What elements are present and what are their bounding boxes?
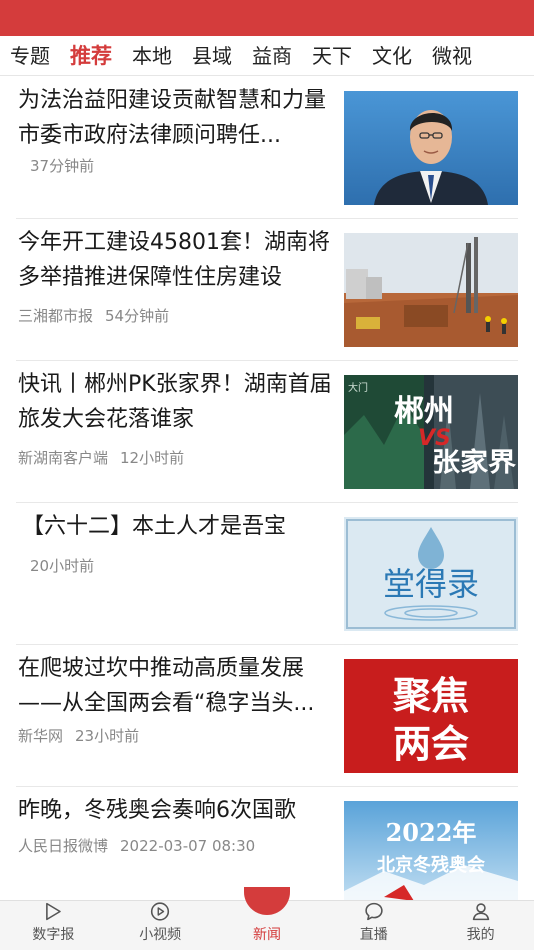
news-item[interactable]: 今年开工建设45801套！湖南将多举措推进保障性住房建设 三湘都市报 54分钟前 bbox=[16, 219, 518, 361]
news-source: 新华网 bbox=[18, 727, 64, 745]
news-thumbnail-construction[interactable] bbox=[344, 233, 518, 347]
news-item[interactable]: 为法治益阳建设贡献智慧和力量 市委市政府法律顾问聘任... 37分钟前 bbox=[16, 77, 518, 219]
tab-tianxia[interactable]: 天下 bbox=[302, 36, 362, 76]
news-thumbnail-portrait[interactable] bbox=[344, 91, 518, 205]
news-thumbnail-tangdelu[interactable]: 堂得录 bbox=[344, 517, 518, 631]
news-title[interactable]: 快讯丨郴州PK张家界！湖南首届旅发大会花落谁家 bbox=[18, 367, 336, 437]
tab-weishi[interactable]: 微视 bbox=[422, 36, 482, 76]
nav-label: 新闻 bbox=[252, 927, 281, 943]
thumb-line1-text: 聚焦 bbox=[392, 674, 469, 718]
bottom-nav: 数字报 小视频 新闻 直播 我的 bbox=[0, 887, 534, 950]
nav-item-live[interactable]: 直播 bbox=[320, 901, 427, 950]
nav-item-short-video[interactable]: 小视频 bbox=[107, 901, 214, 950]
news-source: 人民日报微博 bbox=[18, 837, 109, 855]
video-circle-icon bbox=[151, 902, 170, 921]
news-home-icon bbox=[243, 887, 290, 915]
nav-item-profile[interactable]: 我的 bbox=[427, 901, 534, 950]
news-thumbnail-two-sessions[interactable]: 聚焦 两会 bbox=[344, 659, 518, 773]
news-time: 20小时前 bbox=[30, 557, 95, 575]
play-triangle-icon bbox=[46, 902, 62, 921]
nav-label: 直播 bbox=[359, 927, 388, 943]
news-item[interactable]: 快讯丨郴州PK张家界！湖南首届旅发大会花落谁家 新湖南客户端 12小时前 大门 郴… bbox=[16, 361, 518, 503]
news-thumbnail-paralympics[interactable]: 2022年 北京冬残奥会 bbox=[344, 801, 518, 915]
thumb-line2-text: 两会 bbox=[393, 722, 469, 766]
news-meta: 新湖南客户端 12小时前 bbox=[18, 447, 184, 468]
news-time: 23小时前 bbox=[75, 727, 140, 745]
status-bar bbox=[0, 0, 534, 36]
news-item[interactable]: 【六十二】本土人才是吾宝 20小时前 堂得录 bbox=[16, 503, 518, 645]
news-feed: 为法治益阳建设贡献智慧和力量 市委市政府法律顾问聘任... 37分钟前 今年开工… bbox=[0, 77, 534, 929]
tab-bendi[interactable]: 本地 bbox=[122, 36, 182, 76]
thumb-tag-text: 大门 bbox=[348, 381, 368, 394]
chat-bubble-icon bbox=[365, 902, 383, 921]
news-item[interactable]: 在爬坡过坎中推动高质量发展——从全国两会看“稳字当头... 新华网 23小时前 聚… bbox=[16, 645, 518, 787]
channel-tabs: 专题 推荐 本地 县域 益商 天下 文化 微视 bbox=[0, 36, 534, 76]
thumb-right-text: 张家界 bbox=[432, 447, 516, 478]
news-time: 12小时前 bbox=[120, 449, 185, 467]
news-time: 2022-03-07 08:30 bbox=[120, 837, 256, 855]
thumb-line1-text: 2022年 bbox=[386, 818, 477, 847]
news-time: 37分钟前 bbox=[30, 157, 95, 175]
news-title[interactable]: 昨晚，冬残奥会奏响6次国歌 bbox=[18, 793, 336, 828]
news-meta: 三湘都市报 54分钟前 bbox=[18, 305, 169, 326]
news-source: 新湖南客户端 bbox=[18, 449, 109, 467]
news-meta: 37分钟前 bbox=[30, 155, 94, 176]
news-source: 三湘都市报 bbox=[18, 307, 94, 325]
news-thumbnail-chenzhou-vs-zhangjiajie[interactable]: 大门 郴州 VS 张家界 bbox=[344, 375, 518, 489]
tab-wenhua[interactable]: 文化 bbox=[362, 36, 422, 76]
tab-yishang[interactable]: 益商 bbox=[242, 36, 302, 76]
news-meta: 新华网 23小时前 bbox=[18, 725, 139, 746]
tab-zhuanti[interactable]: 专题 bbox=[0, 36, 60, 76]
news-title[interactable]: 今年开工建设45801套！湖南将多举措推进保障性住房建设 bbox=[18, 225, 336, 295]
tab-xianyu[interactable]: 县域 bbox=[182, 36, 242, 76]
news-title[interactable]: 为法治益阳建设贡献智慧和力量 市委市政府法律顾问聘任... bbox=[18, 83, 336, 153]
nav-item-news[interactable]: 新闻 bbox=[214, 887, 321, 950]
person-icon bbox=[472, 903, 489, 921]
news-title[interactable]: 在爬坡过坎中推动高质量发展——从全国两会看“稳字当头... bbox=[18, 651, 336, 721]
thumb-line2-text: 北京冬残奥会 bbox=[377, 854, 485, 876]
nav-item-digital-paper[interactable]: 数字报 bbox=[0, 901, 107, 950]
news-title[interactable]: 【六十二】本土人才是吾宝 bbox=[22, 509, 340, 544]
news-meta: 20小时前 bbox=[30, 555, 94, 576]
tab-tuijian[interactable]: 推荐 bbox=[60, 36, 122, 76]
nav-label: 数字报 bbox=[32, 927, 75, 943]
thumb-left-text: 郴州 bbox=[394, 394, 454, 429]
thumb-main-text: 堂得录 bbox=[383, 565, 479, 603]
news-meta: 人民日报微博 2022-03-07 08:30 bbox=[18, 835, 255, 856]
news-time: 54分钟前 bbox=[105, 307, 170, 325]
nav-label: 我的 bbox=[466, 927, 495, 943]
nav-label: 小视频 bbox=[139, 927, 182, 943]
